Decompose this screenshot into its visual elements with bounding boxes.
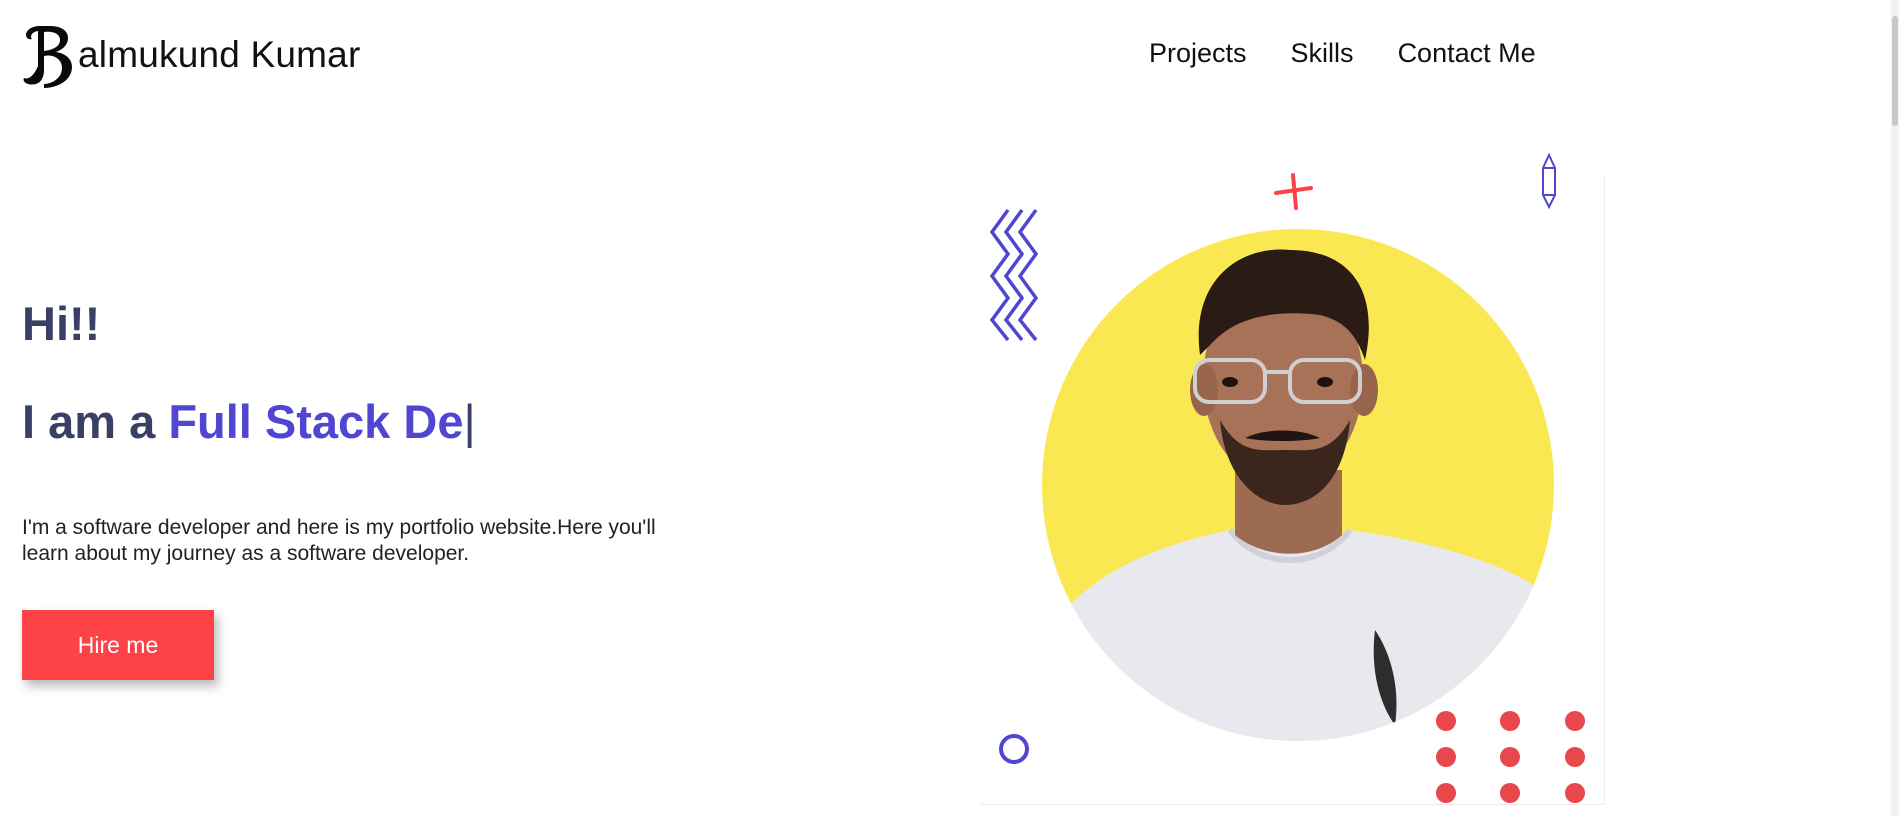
nav-skills[interactable]: Skills xyxy=(1291,38,1354,69)
portfolio-page: almukund Kumar Projects Skills Contact M… xyxy=(0,0,1899,816)
site-header: almukund Kumar Projects Skills Contact M… xyxy=(0,0,1899,110)
hire-me-button[interactable]: Hire me xyxy=(22,610,214,680)
ring-decor xyxy=(999,734,1029,764)
profile-illustration xyxy=(980,150,1605,805)
hero-role: I am a Full Stack De| xyxy=(22,394,476,449)
gem-decor xyxy=(1542,152,1556,210)
role-typed-text: Full Stack De xyxy=(168,395,464,448)
role-prefix: I am a xyxy=(22,395,169,448)
profile-photo xyxy=(989,152,1585,803)
main-nav: Projects Skills Contact Me xyxy=(1149,38,1580,69)
hero-intro: I'm a software developer and here is my … xyxy=(22,516,656,565)
typing-caret: | xyxy=(463,395,476,448)
brand[interactable]: almukund Kumar xyxy=(18,16,361,92)
nav-contact-me[interactable]: Contact Me xyxy=(1398,38,1536,69)
hero-greeting: Hi!! xyxy=(22,297,101,350)
scrollbar-thumb[interactable] xyxy=(1892,16,1898,126)
zigzag-decor xyxy=(989,208,1039,342)
nav-projects[interactable]: Projects xyxy=(1149,38,1247,69)
b-monogram-logo xyxy=(23,26,72,88)
page-scrollbar[interactable] xyxy=(1891,0,1899,816)
dot-grid-decor xyxy=(1436,711,1585,803)
brand-name: almukund Kumar xyxy=(78,34,361,75)
plus-decor xyxy=(1274,173,1313,210)
